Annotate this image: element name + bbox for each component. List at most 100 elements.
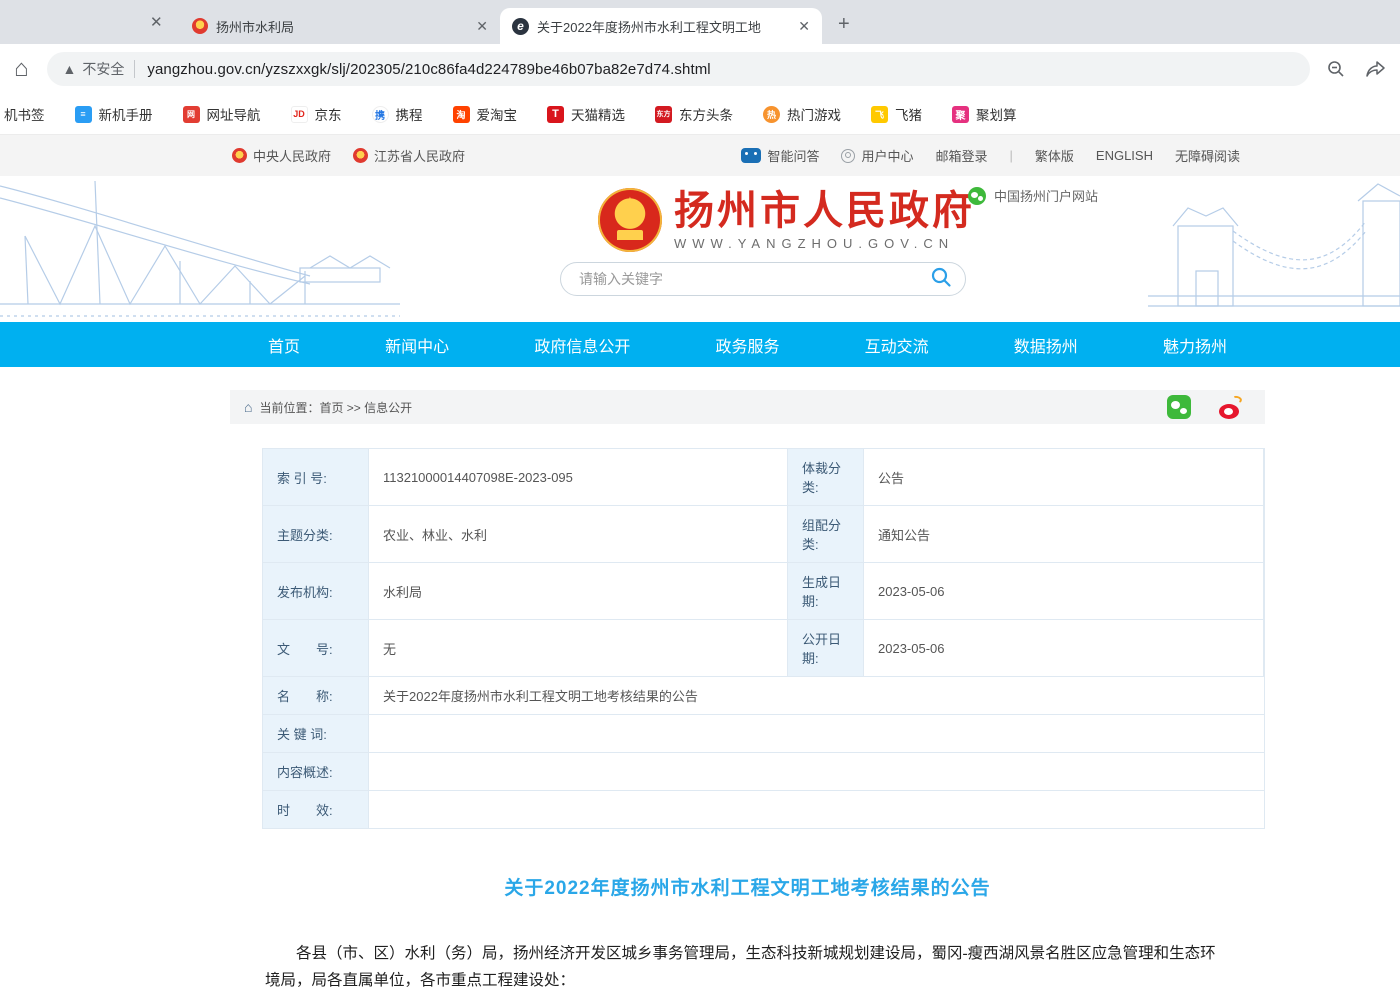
new-tab-button[interactable]: +: [838, 13, 850, 36]
close-tab-icon[interactable]: ✕: [476, 18, 488, 35]
share-icon[interactable]: [1364, 59, 1386, 79]
gov-link-label: 邮箱登录: [935, 146, 987, 165]
tab-shuiliju[interactable]: 扬州市水利局 ✕: [180, 8, 500, 44]
meta-label: 内容概述:: [263, 753, 368, 790]
eastday-icon: 东方: [655, 106, 672, 123]
meta-value: 2023-05-06: [863, 563, 1264, 619]
nav-item-info-disclosure[interactable]: 政府信息公开: [534, 333, 630, 357]
url-text: yangzhou.gov.cn/yzszxxgk/slj/202305/210c…: [147, 61, 710, 78]
bookmark-item[interactable]: 飞飞猪: [871, 104, 922, 124]
search-icon[interactable]: [929, 265, 953, 294]
bookmark-label: 聚划算: [976, 104, 1017, 124]
address-bar[interactable]: ▲ 不安全 yangzhou.gov.cn/yzszxxgk/slj/20230…: [47, 52, 1311, 86]
search-input[interactable]: [579, 271, 929, 287]
meta-value: [368, 753, 1264, 790]
meta-label: 关 键 词:: [263, 715, 368, 752]
meta-value: 关于2022年度扬州市水利工程文明工地考核结果的公告: [368, 677, 1264, 714]
meta-label: 生成日期:: [788, 563, 863, 619]
games-icon: 热: [763, 106, 780, 123]
gov-emblem-icon: [232, 148, 247, 163]
link-smart-qa[interactable]: 智能问答: [741, 146, 819, 165]
meta-value: 11321000014407098E-2023-095: [368, 449, 788, 505]
nav-item-news[interactable]: 新闻中心: [385, 333, 449, 357]
nav-item-home[interactable]: 首页: [268, 333, 300, 357]
meta-value: 公告: [863, 449, 1264, 505]
not-secure-label: 不安全: [82, 59, 124, 79]
meta-value: 农业、林业、水利: [368, 506, 788, 562]
bookmark-item[interactable]: 网网址导航: [183, 104, 261, 124]
bookmark-item[interactable]: 淘爱淘宝: [453, 104, 518, 124]
bookmark-item[interactable]: 东方东方头条: [655, 104, 733, 124]
meta-label: 发布机构:: [263, 563, 368, 619]
nav-site-icon: 网: [183, 106, 200, 123]
bookmark-label: 热门游戏: [787, 104, 841, 124]
breadcrumb: ⌂ 当前位置：首页 >> 信息公开: [230, 390, 1265, 424]
zoom-out-icon[interactable]: [1326, 59, 1346, 79]
meta-label: 时 效:: [263, 791, 368, 828]
wechat-icon: [968, 187, 986, 205]
meta-label: 体裁分类:: [788, 449, 863, 505]
browser-favicon: e: [512, 18, 529, 35]
close-tab-icon[interactable]: ✕: [798, 18, 810, 35]
gov-link-label: 繁体版: [1035, 146, 1074, 165]
link-central-gov[interactable]: 中央人民政府: [232, 146, 331, 165]
bookmark-item[interactable]: 携携程: [372, 104, 423, 124]
robot-icon: [741, 148, 761, 163]
meta-value: 水利局: [368, 563, 788, 619]
article-body: 关于2022年度扬州市水利工程文明工地考核结果的公告 各县（市、区）水利（务）局…: [230, 873, 1265, 997]
close-tab-icon[interactable]: ✕: [150, 13, 163, 31]
divider: [134, 60, 135, 78]
meta-label: 索 引 号:: [263, 449, 368, 505]
bookmark-label: 京东: [315, 104, 342, 124]
article-paragraph: 各县（市、区）水利（务）局，扬州经济开发区城乡事务管理局，生态科技新城规划建设局…: [230, 940, 1265, 994]
gov-topbar: 中央人民政府 江苏省人民政府 智能问答 用户中心 邮箱登录 | 繁体版 ENGL…: [0, 135, 1400, 176]
link-jiangsu-gov[interactable]: 江苏省人民政府: [353, 146, 465, 165]
bookmark-label: 东方头条: [679, 104, 733, 124]
bookmark-item[interactable]: 聚聚划算: [952, 104, 1017, 124]
article-title: 关于2022年度扬州市水利工程文明工地考核结果的公告: [230, 873, 1265, 900]
fliggy-icon: 飞: [871, 106, 888, 123]
meta-label: 主题分类:: [263, 506, 368, 562]
bookmark-item[interactable]: 热热门游戏: [763, 104, 841, 124]
link-english[interactable]: ENGLISH: [1096, 148, 1153, 163]
nav-item-services[interactable]: 政务服务: [715, 333, 779, 357]
link-traditional[interactable]: 繁体版: [1035, 146, 1074, 165]
site-url: WWW.YANGZHOU.GOV.CN: [674, 236, 975, 251]
meta-label: 公开日期:: [788, 620, 863, 676]
meta-label: 文 号:: [263, 620, 368, 676]
bookmark-item[interactable]: 机书签: [4, 104, 45, 124]
bookmark-item[interactable]: ≡新机手册: [75, 104, 153, 124]
meta-label: 名 称:: [263, 677, 368, 714]
tab-title: 关于2022年度扬州市水利工程文明工地: [537, 17, 790, 36]
tab-title: 扬州市水利局: [216, 17, 468, 36]
person-icon: [841, 149, 855, 163]
document-meta-table: 索 引 号: 11321000014407098E-2023-095 体裁分类:…: [262, 448, 1265, 829]
link-accessibility[interactable]: 无障碍阅读: [1175, 146, 1240, 165]
breadcrumb-label[interactable]: 当前位置：首页 >> 信息公开: [259, 399, 412, 416]
nav-item-data[interactable]: 数据扬州: [1014, 333, 1078, 357]
nav-item-interaction[interactable]: 互动交流: [865, 333, 929, 357]
site-logo[interactable]: 扬州市人民政府 WWW.YANGZHOU.GOV.CN: [598, 188, 975, 252]
bookmark-label: 携程: [396, 104, 423, 124]
weibo-share-icon[interactable]: [1219, 395, 1243, 419]
wechat-share-icon[interactable]: [1167, 395, 1191, 419]
home-icon[interactable]: ⌂: [244, 399, 252, 415]
nav-item-charm[interactable]: 魅力扬州: [1163, 333, 1227, 357]
tab-announcement[interactable]: e 关于2022年度扬州市水利工程文明工地 ✕: [500, 8, 822, 44]
taobao-icon: 淘: [453, 106, 470, 123]
gov-link-label: 用户中心: [861, 146, 913, 165]
meta-label: 组配分类:: [788, 506, 863, 562]
bookmark-item[interactable]: T天猫精选: [547, 104, 625, 124]
bookmark-label: 天猫精选: [571, 104, 625, 124]
bookmark-item[interactable]: JD 京东: [291, 104, 342, 124]
gov-link-label: 江苏省人民政府: [374, 146, 465, 165]
table-row: 名 称: 关于2022年度扬州市水利工程文明工地考核结果的公告: [263, 677, 1264, 715]
bridge-art-left: [0, 176, 400, 322]
link-user-center[interactable]: 用户中心: [841, 146, 913, 165]
link-mail-login[interactable]: 邮箱登录: [935, 146, 987, 165]
bookmark-label: 新机手册: [99, 104, 153, 124]
jd-icon: JD: [291, 106, 308, 123]
bookmark-label: 机书签: [4, 104, 45, 124]
table-row: 内容概述:: [263, 753, 1264, 791]
home-icon[interactable]: ⌂: [14, 55, 29, 83]
